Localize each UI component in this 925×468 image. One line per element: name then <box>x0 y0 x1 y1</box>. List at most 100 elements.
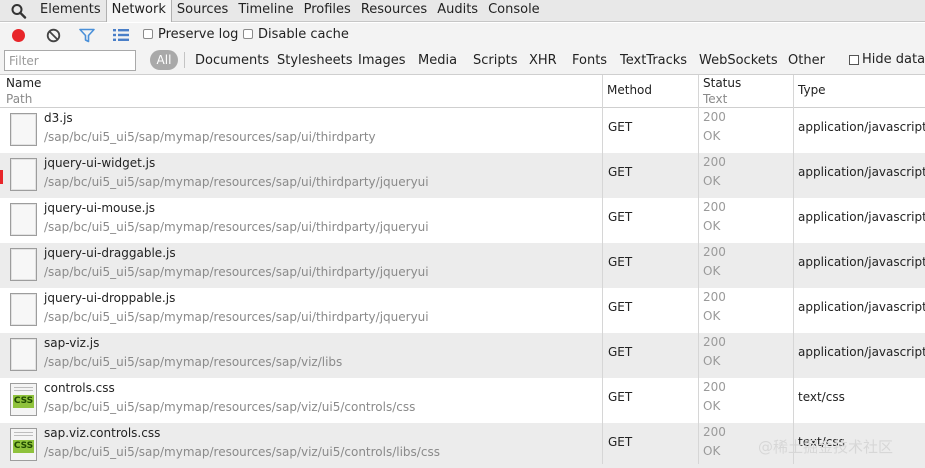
status-code: 200 <box>703 380 726 394</box>
tab-network[interactable]: Network <box>105 0 172 22</box>
request-type: application/javascript <box>798 300 925 314</box>
filter-type-fonts[interactable]: Fonts <box>572 53 607 68</box>
filter-input[interactable] <box>4 50 136 71</box>
request-type: application/javascript <box>798 210 925 224</box>
filter-funnel-icon[interactable] <box>79 28 95 43</box>
table-row[interactable]: jquery-ui-widget.js/sap/bc/ui5_ui5/sap/m… <box>0 153 925 198</box>
request-method: GET <box>608 435 633 449</box>
status-text: OK <box>703 444 721 458</box>
request-type: application/javascript <box>798 165 925 179</box>
request-type: application/javascript <box>798 120 925 134</box>
preserve-log-checkbox[interactable] <box>143 29 153 39</box>
tab-console[interactable]: Console <box>483 0 545 22</box>
column-name[interactable]: Name <box>6 76 41 90</box>
tab-resources[interactable]: Resources <box>356 0 432 22</box>
tab-sources[interactable]: Sources <box>172 0 233 22</box>
file-icon <box>10 248 37 281</box>
disable-cache-checkbox[interactable] <box>243 29 253 39</box>
large-rows-icon[interactable] <box>112 28 130 42</box>
status-text: OK <box>703 219 721 233</box>
hide-data-checkbox[interactable] <box>849 55 859 65</box>
request-method: GET <box>608 390 633 404</box>
request-method: GET <box>608 210 633 224</box>
record-button[interactable] <box>12 29 25 42</box>
request-name: jquery-ui-mouse.js <box>44 201 156 215</box>
status-code: 200 <box>703 425 726 439</box>
column-text: Text <box>703 92 728 106</box>
filter-bar: All Documents Stylesheets Images Media Scrip… <box>0 47 925 75</box>
request-type: application/javascript <box>798 255 925 269</box>
watermark: @稀土掘金技术社区 <box>758 438 894 456</box>
request-name: jquery-ui-draggable.js <box>44 246 176 260</box>
filter-type-stylesheets[interactable]: Stylesheets <box>277 53 353 68</box>
request-name: sap-viz.js <box>44 336 100 350</box>
status-text: OK <box>703 309 721 323</box>
tab-elements[interactable]: Elements <box>35 0 106 22</box>
table-row[interactable]: CSS controls.css/sap/bc/ui5_ui5/sap/mymap… <box>0 378 925 423</box>
request-method: GET <box>608 300 633 314</box>
status-code: 200 <box>703 335 726 349</box>
table-row[interactable]: jquery-ui-mouse.js/sap/bc/ui5_ui5/sap/my… <box>0 198 925 243</box>
css-icon-lines <box>14 387 33 393</box>
request-method: GET <box>608 345 633 359</box>
filter-type-documents[interactable]: Documents <box>195 53 269 68</box>
status-code: 200 <box>703 155 726 169</box>
request-path: /sap/bc/ui5_ui5/sap/mymap/resources/sap/… <box>44 175 429 189</box>
request-path: /sap/bc/ui5_ui5/sap/mymap/resources/sap/… <box>44 220 429 234</box>
file-icon <box>10 203 37 236</box>
tab-timeline[interactable]: Timeline <box>233 0 298 22</box>
filter-type-xhr[interactable]: XHR <box>529 53 557 68</box>
hide-data-label: Hide data <box>862 52 925 67</box>
table-header: Name Path Method Status Text Type <box>0 75 925 108</box>
status-text: OK <box>703 354 721 368</box>
tab-audits[interactable]: Audits <box>432 0 483 22</box>
request-name: jquery-ui-widget.js <box>44 156 156 170</box>
request-method: GET <box>608 120 633 134</box>
column-method[interactable]: Method <box>607 83 652 97</box>
request-path: /sap/bc/ui5_ui5/sap/mymap/resources/sap/… <box>44 310 429 324</box>
file-icon <box>10 113 37 146</box>
request-name: d3.js <box>44 111 73 125</box>
file-icon <box>10 338 37 371</box>
status-text: OK <box>703 174 721 188</box>
table-row[interactable]: sap-viz.js/sap/bc/ui5_ui5/sap/mymap/reso… <box>0 333 925 378</box>
filter-type-images[interactable]: Images <box>358 53 406 68</box>
filter-type-media[interactable]: Media <box>418 53 457 68</box>
table-row[interactable]: jquery-ui-draggable.js/sap/bc/ui5_ui5/sa… <box>0 243 925 288</box>
column-type[interactable]: Type <box>798 83 826 97</box>
file-icon <box>10 293 37 326</box>
table-row[interactable]: jquery-ui-droppable.js/sap/bc/ui5_ui5/sa… <box>0 288 925 333</box>
css-file-icon: CSS <box>10 383 37 416</box>
column-status[interactable]: Status <box>703 76 741 90</box>
filter-type-websockets[interactable]: WebSockets <box>699 53 778 68</box>
request-path: /sap/bc/ui5_ui5/sap/mymap/resources/sap/… <box>44 355 343 369</box>
search-icon[interactable] <box>10 3 28 19</box>
file-icon <box>10 158 37 191</box>
filter-type-scripts[interactable]: Scripts <box>473 53 517 68</box>
panel-tabs: Elements Network Sources Timeline Profiles Re… <box>35 0 545 22</box>
status-code: 200 <box>703 245 726 259</box>
clear-icon[interactable] <box>46 28 61 43</box>
column-divider <box>698 75 699 464</box>
request-type: text/css <box>798 390 845 404</box>
request-type: application/javascript <box>798 345 925 359</box>
css-icon-lines <box>14 432 33 438</box>
left-edge-marker <box>0 170 3 184</box>
tab-profiles[interactable]: Profiles <box>299 0 356 22</box>
table-row[interactable]: d3.js/sap/bc/ui5_ui5/sap/mymap/resources… <box>0 108 925 153</box>
status-text: OK <box>703 399 721 413</box>
request-method: GET <box>608 255 633 269</box>
devtools-tab-bar: Elements Network Sources Timeline Profiles Re… <box>0 0 925 22</box>
css-icon-label: CSS <box>13 395 34 408</box>
request-method: GET <box>608 165 633 179</box>
request-name: controls.css <box>44 381 115 395</box>
filter-type-texttracks[interactable]: TextTracks <box>620 53 687 68</box>
disable-cache-label: Disable cache <box>258 27 349 42</box>
request-path: /sap/bc/ui5_ui5/sap/mymap/resources/sap/… <box>44 265 429 279</box>
status-code: 200 <box>703 200 726 214</box>
filter-type-other[interactable]: Other <box>788 53 825 68</box>
column-divider <box>793 75 794 464</box>
request-path: /sap/bc/ui5_ui5/sap/mymap/resources/sap/… <box>44 445 440 459</box>
filter-all-button[interactable]: All <box>150 50 178 70</box>
preserve-log-label: Preserve log <box>158 27 239 42</box>
